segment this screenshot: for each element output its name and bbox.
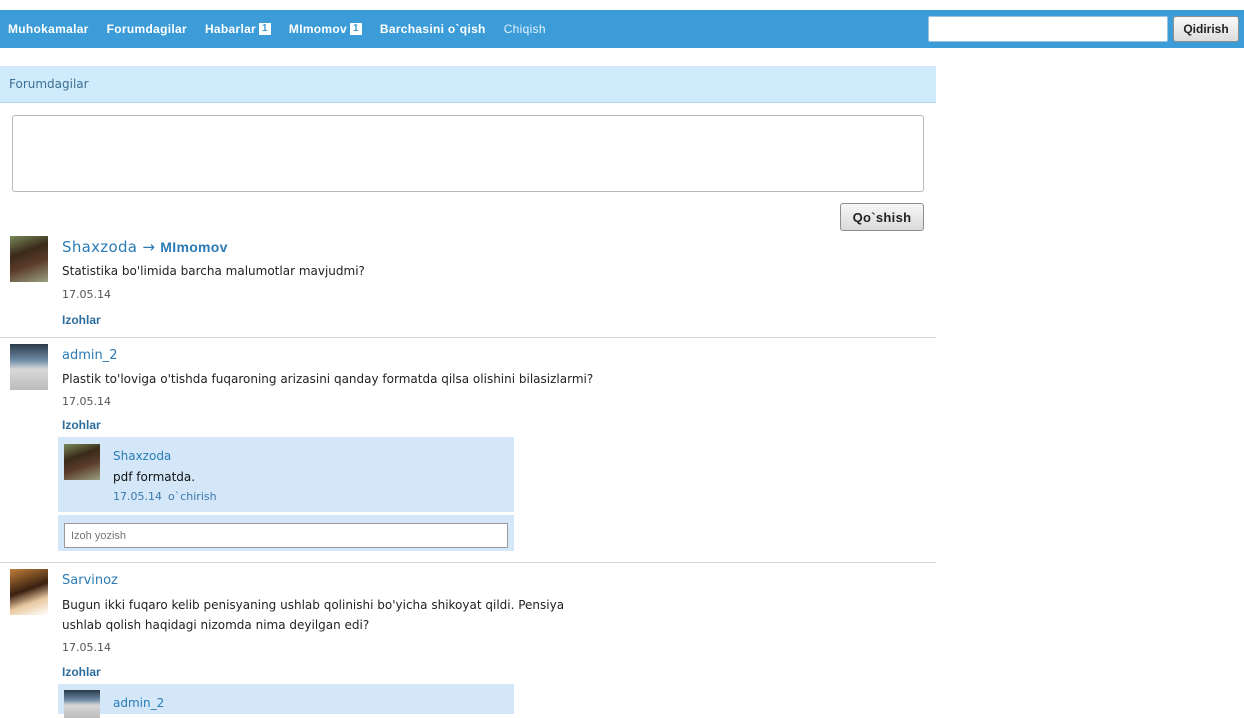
unread-badge: 1 xyxy=(259,23,271,35)
comment-meta: 17.05.14 o`chirish xyxy=(113,490,217,503)
post-author[interactable]: admin_2 xyxy=(62,348,118,363)
post-date: 17.05.14 xyxy=(62,288,111,301)
nav-profile[interactable]: MImomov 1 xyxy=(289,22,362,36)
post-text: Bugun ikki fuqaro kelib penisyaning ushl… xyxy=(62,595,702,635)
comment-author[interactable]: admin_2 xyxy=(113,696,164,710)
user-avatar[interactable] xyxy=(64,444,100,480)
comment-date: 17.05.14 xyxy=(113,490,162,503)
search-input[interactable] xyxy=(928,16,1168,42)
user-avatar[interactable] xyxy=(10,569,48,615)
nav-label: Habarlar xyxy=(204,22,257,36)
post-text: Plastik to'loviga o'tishda fuqaroning ar… xyxy=(62,372,594,386)
post-date: 17.05.14 xyxy=(62,395,111,408)
user-avatar[interactable] xyxy=(10,344,48,390)
new-post-textarea[interactable] xyxy=(12,115,924,192)
comment-author[interactable]: Shaxzoda xyxy=(113,449,171,463)
comments-link[interactable]: Izohlar xyxy=(62,665,101,679)
nav-forumdagilar[interactable]: Forumdagilar xyxy=(107,22,187,36)
section-header: Forumdagilar xyxy=(0,66,936,103)
comment-text: pdf formatda. xyxy=(113,470,196,484)
comment-input[interactable] xyxy=(64,523,508,548)
comments-link[interactable]: Izohlar xyxy=(62,313,101,327)
user-avatar[interactable] xyxy=(64,690,100,718)
arrow-right-icon: → xyxy=(142,238,156,256)
search-button[interactable]: Qidirish xyxy=(1173,16,1239,42)
comment: Shaxzoda pdf formatda. 17.05.14 o`chirish xyxy=(58,437,514,512)
nav-logout[interactable]: Chiqish xyxy=(504,22,546,36)
nav-label: Muhokamalar xyxy=(8,22,89,36)
comment: admin_2 xyxy=(58,684,514,718)
user-avatar[interactable] xyxy=(10,236,48,282)
main-nav: Muhokamalar Forumdagilar Habarlar 1 MImom… xyxy=(8,10,564,48)
nav-habarlar[interactable]: Habarlar 1 xyxy=(205,22,271,36)
post-text: Statistika bo'limida barcha malumotlar m… xyxy=(62,264,365,278)
post-text-line: Bugun ikki fuqaro kelib penisyaning ushl… xyxy=(62,598,565,612)
delete-comment-link[interactable]: o`chirish xyxy=(168,490,217,503)
nav-mark-all-read[interactable]: Barchasini o`qish xyxy=(380,22,486,36)
nav-label: MImomov xyxy=(288,22,348,36)
post-text-line: ushlab qolish haqidagi nizomda nima deyi… xyxy=(62,618,370,632)
submit-post-button[interactable]: Qo`shish xyxy=(840,203,924,231)
unread-badge: 1 xyxy=(350,23,362,35)
section-title: Forumdagilar xyxy=(9,77,89,91)
post-author[interactable]: Shaxzoda → MImomov xyxy=(62,238,228,256)
nav-label: Chiqish xyxy=(503,22,546,36)
post-date: 17.05.14 xyxy=(62,641,111,654)
post-divider xyxy=(0,337,936,338)
nav-label: Barchasini o`qish xyxy=(379,22,486,36)
post-author[interactable]: Sarvinoz xyxy=(62,573,118,588)
nav-muhokamalar[interactable]: Muhokamalar xyxy=(8,22,89,36)
top-nav-bar: Muhokamalar Forumdagilar Habarlar 1 MImom… xyxy=(0,10,1244,48)
nav-label: Forumdagilar xyxy=(106,22,187,36)
post-recipient[interactable]: MImomov xyxy=(160,239,227,255)
comment-input-area xyxy=(58,515,514,551)
post-divider xyxy=(0,562,936,563)
post-author-name: Shaxzoda xyxy=(62,238,138,256)
comments-link[interactable]: Izohlar xyxy=(62,418,101,432)
